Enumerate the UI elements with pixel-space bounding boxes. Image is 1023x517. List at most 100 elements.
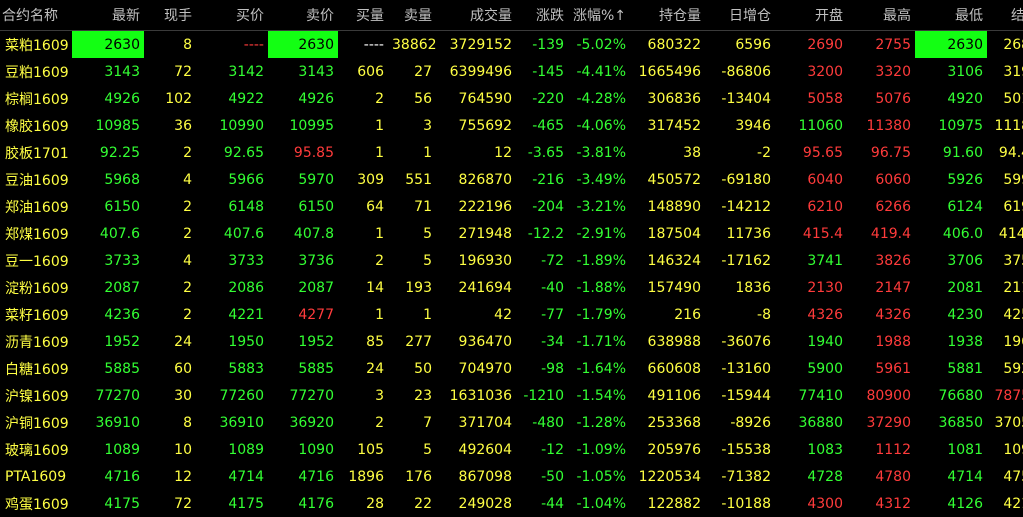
- table-row[interactable]: 玻璃1609108910108910901055492604-12-1.09%2…: [0, 436, 1023, 463]
- bid-price-cell: 2086: [196, 274, 268, 301]
- low-price-cell: 5881: [915, 355, 987, 382]
- ask-volume-cell: 193: [388, 274, 436, 301]
- contract-name-cell: 郑油1609: [0, 193, 72, 220]
- ask-volume-cell: 71: [388, 193, 436, 220]
- col-header-ask[interactable]: 卖价: [268, 0, 338, 31]
- volume-cell: 936470: [436, 328, 516, 355]
- contract-name-cell: 菜粕1609: [0, 31, 72, 59]
- quote-body: 菜粕160926308----2630----388623729152-139-…: [0, 31, 1023, 517]
- last-hand-cell: 8: [144, 31, 196, 59]
- ask-price-cell: 1952: [268, 328, 338, 355]
- col-header-volume[interactable]: 成交量: [436, 0, 516, 31]
- table-row[interactable]: 胶板170192.25292.6595.851112-3.65-3.81%38-…: [0, 139, 1023, 166]
- open-price-cell: 6210: [775, 193, 847, 220]
- col-header-settle[interactable]: 结算: [987, 0, 1023, 31]
- table-row[interactable]: 沪铜1609369108369103692027371704-480-1.28%…: [0, 409, 1023, 436]
- daily-oi-change-cell: -71382: [705, 463, 775, 490]
- bid-volume-cell: 85: [338, 328, 388, 355]
- open-price-cell: 4728: [775, 463, 847, 490]
- bid-volume-cell: ----: [338, 31, 388, 59]
- settle-price-cell: 1966: [987, 328, 1023, 355]
- table-row[interactable]: 豆一1609373343733373625196930-72-1.89%1463…: [0, 247, 1023, 274]
- ask-volume-cell: 551: [388, 166, 436, 193]
- table-row[interactable]: 鸡蛋1609417572417541762822249028-44-1.04%1…: [0, 490, 1023, 517]
- table-row[interactable]: 豆粕160931437231423143606276399496-145-4.4…: [0, 58, 1023, 85]
- table-row[interactable]: 棕榈1609492610249224926256764590-220-4.28%…: [0, 85, 1023, 112]
- low-price-cell: 3106: [915, 58, 987, 85]
- table-row[interactable]: 菜籽160942362422142771142-77-1.79%216-8432…: [0, 301, 1023, 328]
- table-row[interactable]: 橡胶16091098536109901099513755692-465-4.06…: [0, 112, 1023, 139]
- ask-volume-cell: 1: [388, 301, 436, 328]
- open-interest-cell: 306836: [630, 85, 705, 112]
- table-row[interactable]: 郑煤1609407.62407.6407.815271948-12.2-2.91…: [0, 220, 1023, 247]
- volume-cell: 222196: [436, 193, 516, 220]
- volume-cell: 196930: [436, 247, 516, 274]
- low-price-cell: 3706: [915, 247, 987, 274]
- bid-volume-cell: 309: [338, 166, 388, 193]
- table-row[interactable]: 菜粕160926308----2630----388623729152-139-…: [0, 31, 1023, 59]
- col-header-name[interactable]: 合约名称: [0, 0, 72, 31]
- table-row[interactable]: 沪镍1609772703077260772703231631036-1210-1…: [0, 382, 1023, 409]
- last-price-cell: 10985: [72, 112, 144, 139]
- settle-price-cell: 5924: [987, 355, 1023, 382]
- col-header-ask-volume[interactable]: 卖量: [388, 0, 436, 31]
- table-row[interactable]: 白糖1609588560588358852450704970-98-1.64%6…: [0, 355, 1023, 382]
- change-pct-cell: -1.09%: [568, 436, 630, 463]
- table-row[interactable]: PTA1609471612471447161896176867098-50-1.…: [0, 463, 1023, 490]
- volume-cell: 42: [436, 301, 516, 328]
- col-header-bid[interactable]: 买价: [196, 0, 268, 31]
- last-hand-cell: 10: [144, 436, 196, 463]
- col-header-open-interest[interactable]: 持仓量: [630, 0, 705, 31]
- bid-price-cell: ----: [196, 31, 268, 59]
- ask-volume-cell: 23: [388, 382, 436, 409]
- volume-cell: 3729152: [436, 31, 516, 59]
- last-price-cell: 2630: [72, 31, 144, 59]
- table-row[interactable]: 淀粉1609208722086208714193241694-40-1.88%1…: [0, 274, 1023, 301]
- change-pct-cell: -4.28%: [568, 85, 630, 112]
- contract-name-cell: 淀粉1609: [0, 274, 72, 301]
- ask-volume-cell: 38862: [388, 31, 436, 59]
- change-pct-cell: -1.89%: [568, 247, 630, 274]
- bid-price-cell: 4922: [196, 85, 268, 112]
- col-header-change-pct[interactable]: 涨幅%↑: [568, 0, 630, 31]
- last-price-cell: 6150: [72, 193, 144, 220]
- last-price-cell: 3733: [72, 247, 144, 274]
- open-price-cell: 6040: [775, 166, 847, 193]
- last-price-cell: 4236: [72, 301, 144, 328]
- col-header-hand[interactable]: 现手: [144, 0, 196, 31]
- high-price-cell: 6060: [847, 166, 915, 193]
- settle-price-cell: 4215: [987, 490, 1023, 517]
- bid-price-cell: 77260: [196, 382, 268, 409]
- volume-cell: 867098: [436, 463, 516, 490]
- open-price-cell: 4300: [775, 490, 847, 517]
- col-header-bid-volume[interactable]: 买量: [338, 0, 388, 31]
- table-row[interactable]: 沥青16091952241950195285277936470-34-1.71%…: [0, 328, 1023, 355]
- change-pct-cell: -1.88%: [568, 274, 630, 301]
- ask-price-cell: 4277: [268, 301, 338, 328]
- change-pct-cell: -1.05%: [568, 463, 630, 490]
- col-header-high[interactable]: 最高: [847, 0, 915, 31]
- change-cell: -12.2: [516, 220, 568, 247]
- last-price-cell: 36910: [72, 409, 144, 436]
- table-row[interactable]: 郑油160961502614861506471222196-204-3.21%1…: [0, 193, 1023, 220]
- change-cell: -34: [516, 328, 568, 355]
- col-header-daily-oi-change[interactable]: 日增仓: [705, 0, 775, 31]
- change-pct-cell: -1.71%: [568, 328, 630, 355]
- ask-price-cell: 95.85: [268, 139, 338, 166]
- open-interest-cell: 1665496: [630, 58, 705, 85]
- low-price-cell: 76680: [915, 382, 987, 409]
- open-interest-cell: 491106: [630, 382, 705, 409]
- ask-volume-cell: 56: [388, 85, 436, 112]
- col-header-open[interactable]: 开盘: [775, 0, 847, 31]
- open-price-cell: 1940: [775, 328, 847, 355]
- contract-name-cell: 菜籽1609: [0, 301, 72, 328]
- ask-price-cell: 10995: [268, 112, 338, 139]
- col-header-change[interactable]: 涨跌: [516, 0, 568, 31]
- change-cell: -44: [516, 490, 568, 517]
- last-hand-cell: 60: [144, 355, 196, 382]
- last-hand-cell: 72: [144, 490, 196, 517]
- col-header-low[interactable]: 最低: [915, 0, 987, 31]
- col-header-last[interactable]: 最新: [72, 0, 144, 31]
- open-price-cell: 11060: [775, 112, 847, 139]
- table-row[interactable]: 豆油16095968459665970309551826870-216-3.49…: [0, 166, 1023, 193]
